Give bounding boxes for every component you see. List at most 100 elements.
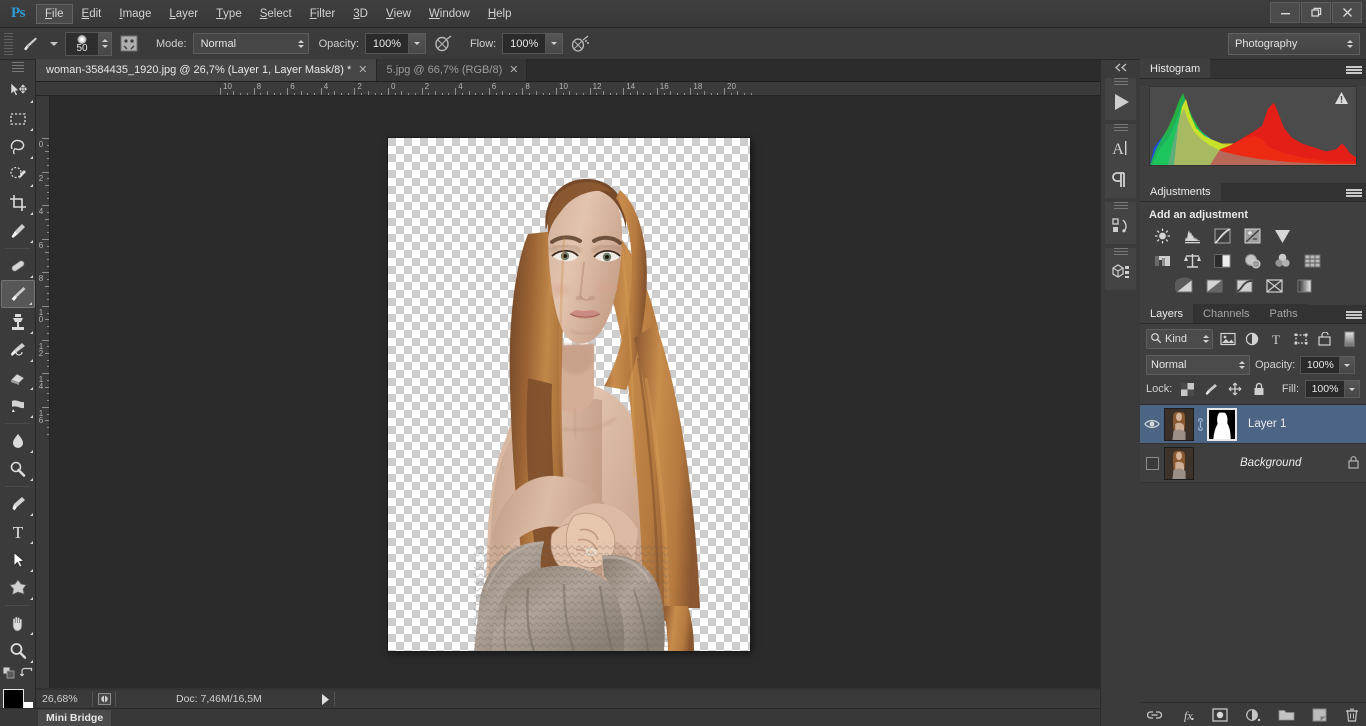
uncached-data-warning-icon[interactable] xyxy=(1334,91,1349,108)
threshold-icon[interactable] xyxy=(1231,276,1257,296)
collapse-panels-icon[interactable] xyxy=(1101,60,1140,74)
document-preview-icon[interactable] xyxy=(93,693,115,705)
lock-image-pixels-icon[interactable] xyxy=(1202,380,1220,398)
3d-panel-icon[interactable] xyxy=(1105,256,1137,288)
tool-rectangular-marquee[interactable] xyxy=(1,105,35,133)
layer-name-layer-1[interactable]: Layer 1 xyxy=(1237,418,1286,430)
tool-custom-shape[interactable] xyxy=(1,574,35,602)
adjustments-panel-menu-icon[interactable] xyxy=(1346,187,1362,199)
tool-eraser[interactable] xyxy=(1,364,35,392)
layer-fill-dropdown-arrow[interactable] xyxy=(1345,380,1360,398)
opacity-input[interactable]: 100% xyxy=(364,33,409,54)
tool-dodge[interactable] xyxy=(1,455,35,483)
layer-thumbnail-layer-1[interactable] xyxy=(1164,407,1194,441)
lock-transparent-pixels-icon[interactable] xyxy=(1178,380,1196,398)
document-tab-1[interactable]: 5.jpg @ 66,7% (RGB/8) ✕ xyxy=(376,59,528,81)
link-layers-icon[interactable] xyxy=(1145,706,1163,724)
lock-position-icon[interactable] xyxy=(1226,380,1244,398)
tool-spot-healing-brush[interactable] xyxy=(1,252,35,280)
layer-blend-mode-select[interactable]: Normal xyxy=(1146,355,1250,375)
channel-mixer-icon[interactable] xyxy=(1269,251,1295,271)
menu-item-help[interactable]: Help xyxy=(479,4,521,24)
opacity-pressure-icon[interactable] xyxy=(431,33,455,55)
layers-panel-menu-icon[interactable] xyxy=(1346,309,1362,321)
minimize-button[interactable] xyxy=(1270,2,1300,23)
close-icon[interactable]: ✕ xyxy=(358,65,367,76)
filter-toggle-icon[interactable] xyxy=(1340,329,1360,349)
hue-saturation-icon[interactable] xyxy=(1149,251,1175,271)
tool-move[interactable] xyxy=(1,77,35,105)
tools-panel-grip[interactable] xyxy=(11,62,24,74)
layer-opacity-dropdown-arrow[interactable] xyxy=(1340,356,1356,374)
tool-brush[interactable] xyxy=(0,280,35,308)
filter-type-icon[interactable]: T xyxy=(1266,329,1286,349)
filter-pixel-icon[interactable] xyxy=(1217,329,1237,349)
new-layer-icon[interactable] xyxy=(1310,706,1328,724)
filter-shape-icon[interactable] xyxy=(1291,329,1311,349)
tool-crop[interactable] xyxy=(1,189,35,217)
layer-visibility-toggle-background[interactable] xyxy=(1140,456,1164,470)
airbrush-icon[interactable] xyxy=(568,33,592,55)
lock-all-icon[interactable] xyxy=(1250,380,1268,398)
menu-item-window[interactable]: Window xyxy=(420,4,479,24)
selective-color-icon[interactable] xyxy=(1261,276,1287,296)
tool-gradient[interactable] xyxy=(1,392,35,420)
options-bar-grip[interactable] xyxy=(4,32,13,55)
brush-preset-stepper[interactable] xyxy=(99,31,112,56)
brush-panel-icon[interactable] xyxy=(117,33,141,55)
character-panel-icon[interactable]: A xyxy=(1105,132,1137,164)
tool-history-brush[interactable] xyxy=(1,336,35,364)
filter-adjustment-icon[interactable] xyxy=(1242,329,1262,349)
horizontal-ruler[interactable]: 10 8 6 4 2 0 2 4 6 8 10 12 14 16 18 20 xyxy=(36,82,1100,96)
close-button[interactable] xyxy=(1332,2,1362,23)
menu-item-file[interactable]: File xyxy=(36,3,73,24)
rail-grip-2[interactable] xyxy=(1113,124,1128,132)
menu-item-3d[interactable]: 3D xyxy=(344,4,377,24)
rail-grip-4[interactable] xyxy=(1113,248,1128,256)
levels-icon[interactable] xyxy=(1179,226,1205,246)
invert-icon[interactable] xyxy=(1171,276,1197,296)
menu-item-filter[interactable]: Filter xyxy=(301,4,345,24)
menu-item-view[interactable]: View xyxy=(377,4,420,24)
tab-channels[interactable]: Channels xyxy=(1193,304,1260,323)
layer-row-layer-1[interactable]: Layer 1 xyxy=(1140,405,1366,444)
layer-filter-kind-select[interactable]: Kind xyxy=(1146,329,1214,349)
layer-row-background[interactable]: Background xyxy=(1140,444,1366,483)
tab-paths[interactable]: Paths xyxy=(1259,304,1308,323)
tool-quick-selection[interactable] xyxy=(1,161,35,189)
timeline-play-icon[interactable] xyxy=(1105,86,1137,118)
new-adjustment-layer-icon[interactable] xyxy=(1244,706,1262,724)
restore-button[interactable] xyxy=(1301,2,1331,23)
rail-grip-1[interactable] xyxy=(1113,78,1128,86)
close-icon[interactable]: ✕ xyxy=(509,65,518,76)
mini-bridge-tab[interactable]: Mini Bridge xyxy=(38,710,112,726)
layer-opacity-input[interactable]: 100% xyxy=(1300,356,1341,374)
delete-layer-icon[interactable] xyxy=(1343,706,1361,724)
layer-thumbnail-background[interactable] xyxy=(1164,446,1194,480)
vibrance-icon[interactable] xyxy=(1269,226,1295,246)
flow-input[interactable]: 100% xyxy=(502,33,547,54)
add-layer-mask-icon[interactable] xyxy=(1211,706,1229,724)
brush-tool-icon[interactable] xyxy=(17,32,43,56)
menu-item-select[interactable]: Select xyxy=(251,4,301,24)
document-tab-0[interactable]: woman-3584435_1920.jpg @ 26,7% (Layer 1,… xyxy=(36,59,377,81)
tool-blur[interactable] xyxy=(1,427,35,455)
opacity-dropdown-arrow[interactable] xyxy=(408,33,426,54)
histogram-panel-menu-icon[interactable] xyxy=(1346,64,1362,76)
paragraph-panel-icon[interactable] xyxy=(1105,164,1137,196)
tool-horizontal-type[interactable]: T xyxy=(1,518,35,546)
black-white-icon[interactable] xyxy=(1209,251,1235,271)
tool-clone-stamp[interactable] xyxy=(1,308,35,336)
layer-mask-thumbnail-layer-1[interactable] xyxy=(1207,407,1237,441)
foreground-color-swatch[interactable] xyxy=(2,689,24,710)
new-group-icon[interactable] xyxy=(1277,706,1295,724)
add-layer-style-icon[interactable]: fx xyxy=(1178,706,1196,724)
layer-fill-input[interactable]: 100% xyxy=(1305,380,1345,398)
vertical-ruler[interactable]: 0 2 4 6 8 10 12 14 16 xyxy=(36,96,50,688)
tool-pen[interactable] xyxy=(1,490,35,518)
blend-mode-select[interactable]: Normal xyxy=(192,33,309,54)
brightness-contrast-icon[interactable] xyxy=(1149,226,1175,246)
layer-visibility-toggle-layer-1[interactable] xyxy=(1140,418,1164,430)
brush-preset-dropdown-arrow[interactable] xyxy=(50,41,58,46)
exposure-icon[interactable] xyxy=(1239,226,1265,246)
